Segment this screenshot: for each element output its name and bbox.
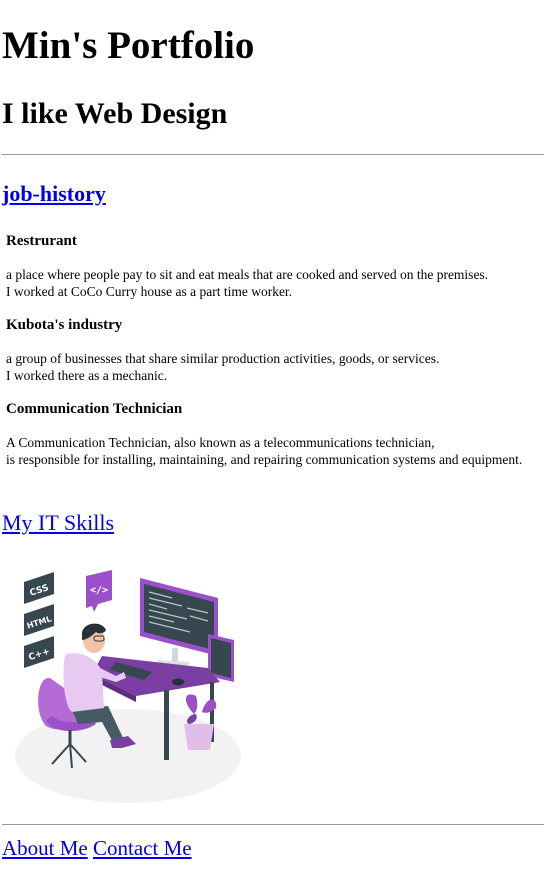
html-badge: HTML (24, 604, 54, 636)
job-title: Restrurant (6, 233, 77, 249)
job-description: a group of businesses that share similar… (6, 350, 439, 384)
developer-illustration: CSS HTML C++ </> (15, 570, 241, 803)
job-title: Kubota's industry (6, 317, 123, 333)
css-badge: CSS (24, 572, 54, 604)
code-bubble-icon: </> (86, 570, 112, 612)
job-description-line: A Communication Technician, also known a… (6, 435, 435, 450)
job-description-line: is responsible for installing, maintaini… (6, 452, 523, 467)
bottom-divider (2, 824, 544, 825)
page-title: Min's Portfolio (2, 24, 255, 67)
job-description-line: I worked there as a mechanic. (6, 368, 168, 383)
footer-nav: About Me Contact Me (2, 835, 192, 861)
job-description-line: I worked at CoCo Curry house as a part t… (6, 284, 293, 299)
job-description: a place where people pay to sit and eat … (6, 266, 488, 300)
contact-me-link[interactable]: Contact Me (93, 836, 192, 860)
top-divider (2, 154, 544, 155)
code-bubble-label: </> (90, 585, 108, 596)
job-history-link[interactable]: job-history (2, 181, 106, 207)
job-description-line: a group of businesses that share similar… (6, 351, 440, 366)
job-description: A Communication Technician, also known a… (6, 434, 522, 468)
cpp-badge: C++ (24, 636, 54, 668)
job-entry-kubota: Kubota's industry a group of businesses … (6, 316, 546, 383)
job-title: Communication Technician (6, 401, 183, 417)
job-entry-restaurant: Restrurant a place where people pay to s… (6, 232, 546, 299)
job-entry-communication-technician: Communication Technician A Communication… (6, 400, 546, 467)
page-subtitle: I like Web Design (2, 97, 228, 130)
job-description-line: a place where people pay to sit and eat … (6, 267, 489, 282)
it-skills-link[interactable]: My IT Skills (2, 510, 114, 536)
about-me-link[interactable]: About Me (2, 836, 88, 860)
